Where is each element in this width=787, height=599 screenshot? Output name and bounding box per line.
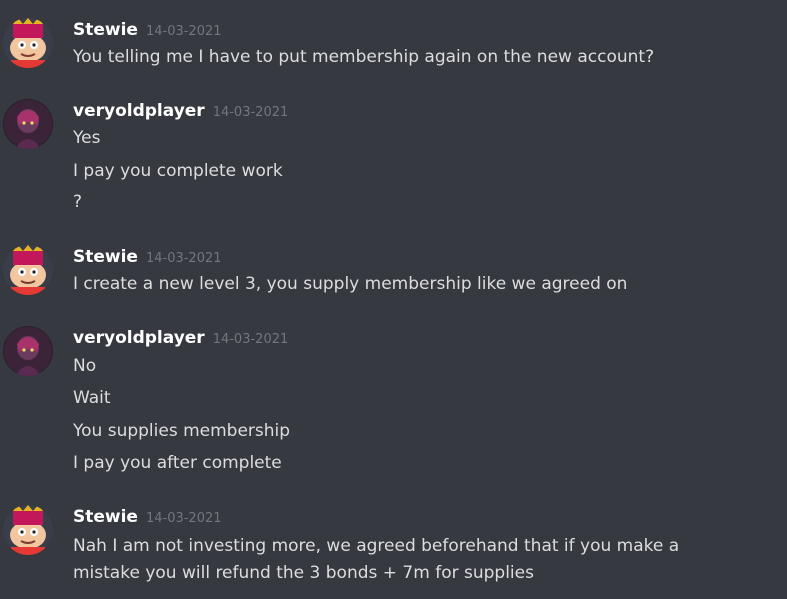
message-text: You telling me I have to put membership … bbox=[73, 47, 655, 67]
message-text: I pay you after complete bbox=[73, 453, 282, 473]
message-timestamp: 14-03-2021 bbox=[145, 511, 222, 526]
message-header: veryoldplayer 14-03-2021 bbox=[73, 326, 288, 350]
username[interactable]: Stewie bbox=[73, 507, 138, 527]
message-text: I create a new level 3, you supply membe… bbox=[73, 274, 628, 294]
message-timestamp: 14-03-2021 bbox=[145, 251, 222, 266]
message-text: Nah I am not investing more, we agreed b… bbox=[73, 536, 680, 556]
veryoldplayer-avatar-icon[interactable] bbox=[3, 326, 53, 376]
message-header: Stewie 14-03-2021 bbox=[73, 505, 222, 529]
message-text: ? bbox=[73, 192, 83, 212]
stewie-avatar-icon[interactable] bbox=[3, 18, 53, 68]
message-header: Stewie 14-03-2021 bbox=[73, 18, 222, 42]
veryoldplayer-avatar-icon[interactable] bbox=[3, 99, 53, 149]
username[interactable]: veryoldplayer bbox=[73, 101, 205, 121]
message-text: Yes bbox=[73, 128, 101, 148]
stewie-avatar-icon[interactable] bbox=[3, 505, 53, 555]
message-text: mistake you will refund the 3 bonds + 7m… bbox=[73, 563, 534, 583]
message-text: No bbox=[73, 356, 97, 376]
message-timestamp: 14-03-2021 bbox=[212, 332, 289, 347]
message-text: Wait bbox=[73, 388, 111, 408]
message-text: You supplies membership bbox=[73, 421, 291, 441]
chat-messages: Stewie 14-03-2021 You telling me I have t… bbox=[0, 0, 787, 599]
message-text: I pay you complete work bbox=[73, 161, 283, 181]
message-header: Stewie 14-03-2021 bbox=[73, 245, 222, 269]
stewie-avatar-icon[interactable] bbox=[3, 245, 53, 295]
username[interactable]: Stewie bbox=[73, 20, 138, 40]
username[interactable]: Stewie bbox=[73, 247, 138, 267]
username[interactable]: veryoldplayer bbox=[73, 328, 205, 348]
message-timestamp: 14-03-2021 bbox=[212, 105, 289, 120]
message-timestamp: 14-03-2021 bbox=[145, 24, 222, 39]
message-header: veryoldplayer 14-03-2021 bbox=[73, 99, 288, 123]
